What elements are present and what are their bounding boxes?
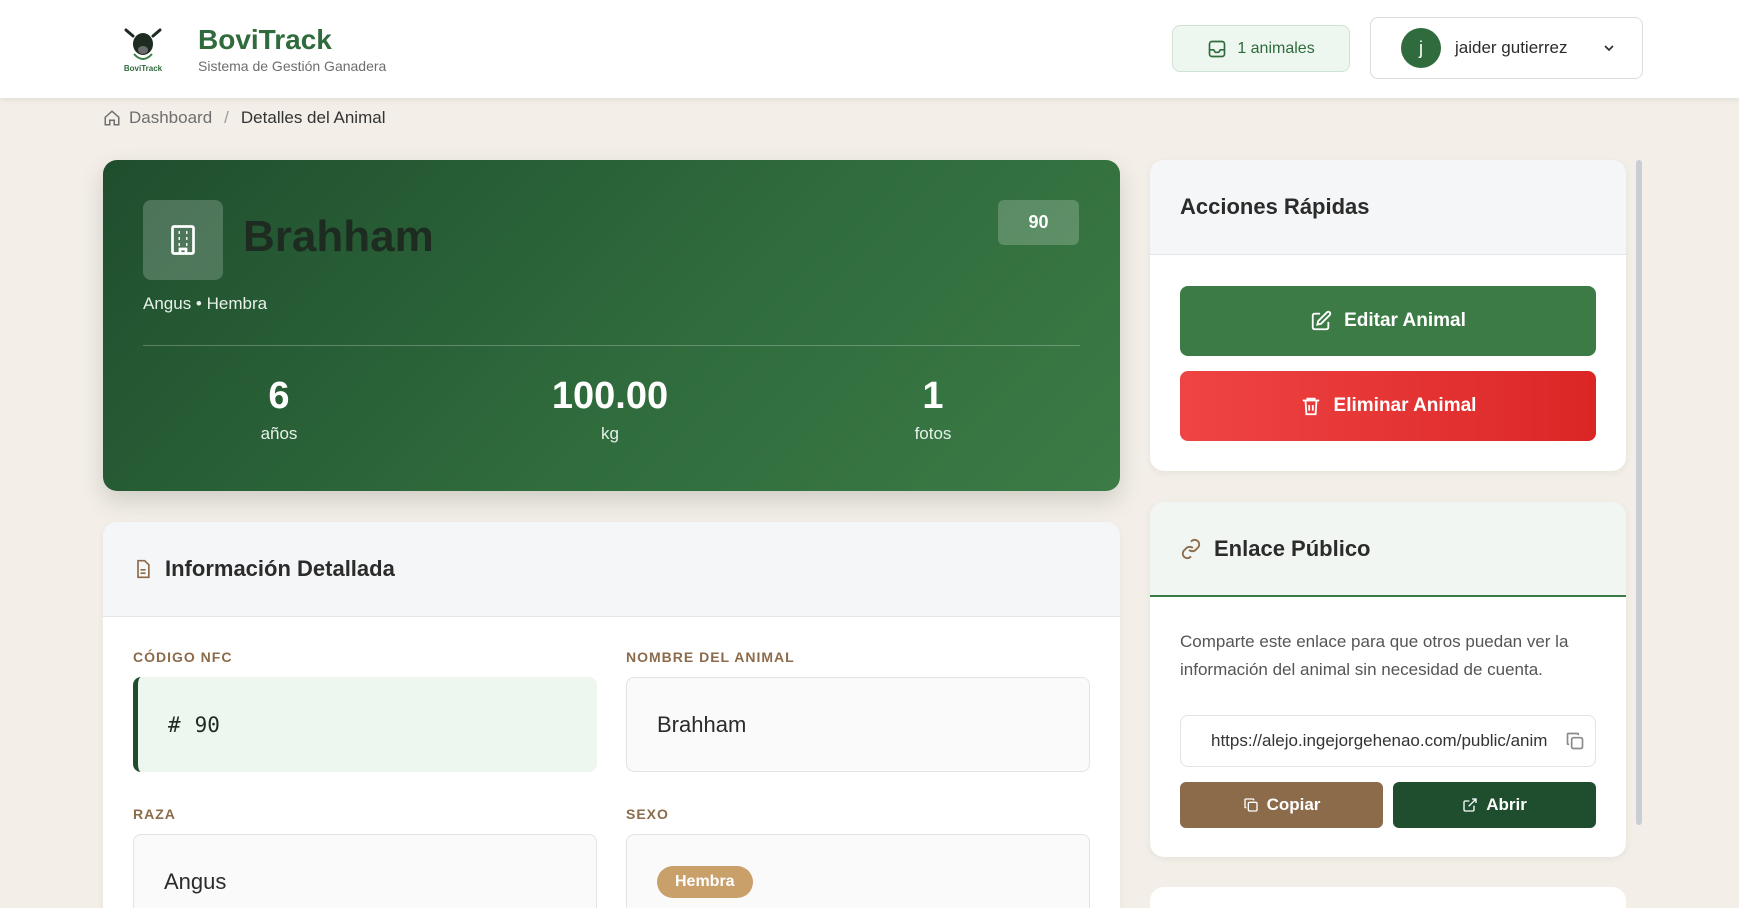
animal-name-label: NOMBRE DEL ANIMAL: [626, 649, 795, 665]
stat-value: 100.00: [551, 375, 669, 417]
copy-icon[interactable]: [1565, 731, 1585, 751]
edit-animal-label: Editar Animal: [1344, 310, 1466, 331]
stat-label: kg: [601, 424, 619, 443]
sex-label: SEXO: [626, 806, 669, 822]
logo-text: BoviTrack: [124, 64, 163, 73]
quick-actions-title: Acciones Rápidas: [1180, 194, 1370, 219]
user-name: jaider gutierrez: [1455, 38, 1568, 57]
public-link-card: Enlace Público Comparte este enlace para…: [1150, 502, 1626, 857]
quick-actions-header: Acciones Rápidas: [1150, 160, 1626, 255]
external-link-icon: [1463, 798, 1477, 812]
copy-button-label: Copiar: [1266, 795, 1321, 814]
public-url-field[interactable]: https://alejo.ingejorgehenao.com/public/…: [1180, 715, 1596, 767]
chevron-down-icon: [1604, 45, 1615, 52]
breadcrumb-dashboard[interactable]: Dashboard: [129, 108, 212, 128]
copy-icon: [1243, 798, 1258, 812]
stat-label: fotos: [914, 424, 952, 443]
animal-breed-sex: Angus • Hembra: [143, 294, 268, 313]
info-card-header: Información Detallada: [103, 522, 1120, 617]
brand-subtitle: Sistema de Gestión Ganadera: [198, 58, 387, 74]
nfc-label: CÓDIGO NFC: [133, 649, 233, 665]
brand-name: BoviTrack: [198, 24, 332, 55]
open-button[interactable]: Abrir: [1393, 782, 1596, 828]
next-card: [1150, 887, 1626, 908]
animal-hero-card: Brahham 90 Angus • Hembra 6 años 100.00 …: [103, 160, 1120, 491]
animal-name-value: Brahham: [657, 711, 747, 737]
breadcrumb-current: Detalles del Animal: [240, 108, 386, 127]
stat-age: 6 años: [179, 375, 379, 444]
stat-value: 1: [922, 375, 944, 417]
public-url-value: https://alejo.ingejorgehenao.com/public/…: [1211, 731, 1547, 750]
edit-icon: [1311, 310, 1332, 331]
delete-animal-label: Eliminar Animal: [1333, 395, 1477, 416]
breed-label: RAZA: [133, 806, 176, 822]
home-icon: [104, 110, 120, 126]
animal-name: Brahham: [243, 212, 434, 261]
inbox-icon: [1208, 40, 1226, 57]
animal-name-field: Brahham: [626, 677, 1090, 772]
breadcrumb-separator: /: [224, 108, 229, 127]
brand: BoviTrack Sistema de Gestión Ganadera: [198, 24, 386, 74]
edit-animal-button[interactable]: Editar Animal: [1180, 286, 1596, 356]
breed-value: Angus: [164, 868, 227, 894]
sidebar-scrollbar[interactable]: [1636, 160, 1642, 825]
trash-icon: [1302, 397, 1319, 416]
delete-animal-button[interactable]: Eliminar Animal: [1180, 371, 1596, 441]
stat-label: años: [260, 424, 298, 443]
open-button-label: Abrir: [1486, 795, 1527, 814]
stat-weight: 100.00 kg: [510, 375, 710, 444]
sex-field: Hembra: [626, 834, 1090, 908]
animal-count-text: 1 animales: [1237, 39, 1315, 57]
sex-badge: Hembra: [657, 865, 753, 898]
stat-value: 6: [268, 375, 290, 417]
stat-photos: 1 fotos: [833, 375, 1033, 444]
quick-actions-card: Acciones Rápidas Editar Animal Eliminar …: [1150, 160, 1626, 471]
nfc-field: # 90: [133, 677, 597, 772]
detailed-info-card: Información Detallada CÓDIGO NFC # 90 NO…: [103, 522, 1120, 908]
nfc-badge: 90: [998, 200, 1079, 245]
user-menu[interactable]: j jaider gutierrez: [1370, 17, 1643, 79]
breadcrumb: Dashboard / Detalles del Animal: [103, 108, 385, 128]
divider: [143, 345, 1080, 346]
animal-count-pill[interactable]: 1 animales: [1172, 25, 1350, 72]
breed-field: Angus: [133, 834, 597, 908]
document-icon: [137, 559, 150, 579]
copy-button[interactable]: Copiar: [1180, 782, 1383, 828]
avatar: j: [1401, 28, 1441, 68]
nfc-value: 90: [194, 712, 220, 737]
hash-icon: #: [168, 712, 181, 737]
info-card-title: Información Detallada: [165, 556, 395, 581]
bovitrack-logo[interactable]: BoviTrack: [118, 24, 168, 74]
top-bar: BoviTrack BoviTrack Sistema de Gestión G…: [0, 0, 1739, 98]
public-link-description: Comparte este enlace para que otros pued…: [1180, 632, 1569, 679]
public-link-title: Enlace Público: [1214, 535, 1371, 561]
link-icon: [1181, 538, 1201, 559]
public-link-header: Enlace Público: [1150, 502, 1626, 597]
building-icon: [143, 200, 223, 280]
